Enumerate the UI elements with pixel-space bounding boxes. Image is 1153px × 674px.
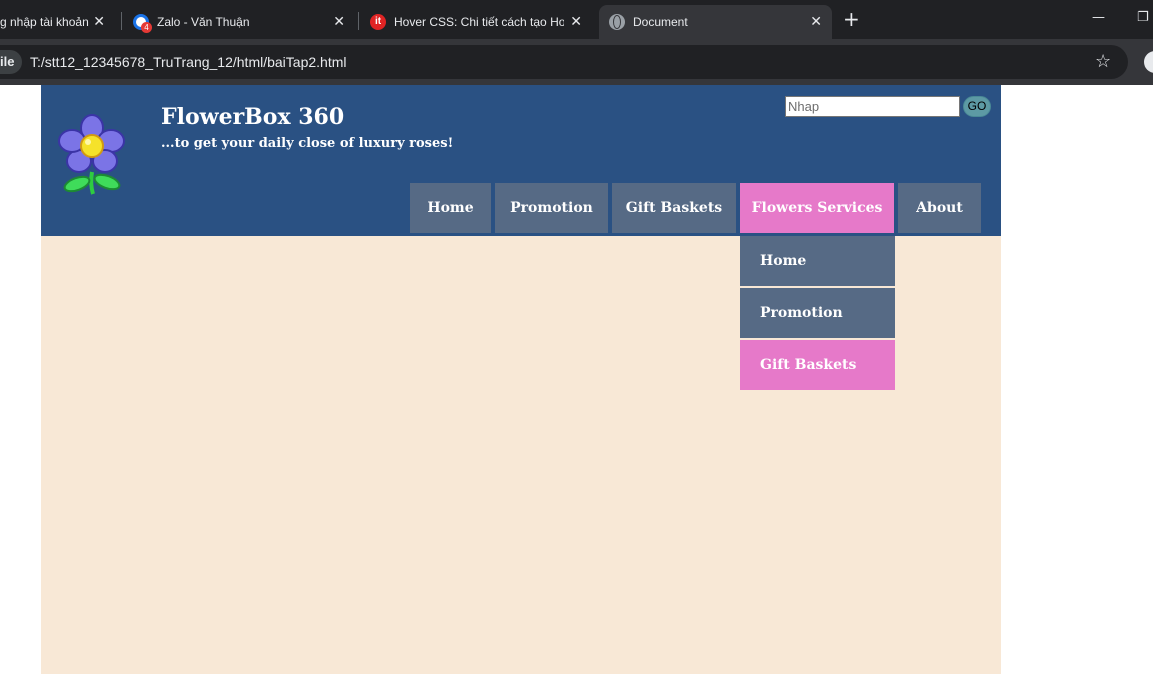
- new-tab-icon[interactable]: +: [843, 8, 860, 30]
- go-button[interactable]: GO: [963, 96, 991, 117]
- tab-zalo[interactable]: 4 Zalo - Văn Thuận ✕: [125, 5, 355, 39]
- dropdown-item-home[interactable]: Home: [740, 236, 895, 286]
- bookmark-star-icon[interactable]: ☆: [1095, 51, 1111, 72]
- notification-badge: 4: [141, 22, 152, 33]
- dropdown-item-promotion[interactable]: Promotion: [740, 288, 895, 338]
- tab-title: g nhập tài khoản: [0, 15, 89, 29]
- close-tab-icon[interactable]: ✕: [93, 13, 105, 30]
- nav-about[interactable]: About: [898, 183, 981, 233]
- close-tab-icon[interactable]: ✕: [570, 13, 582, 30]
- dropdown-item-gift-baskets[interactable]: Gift Baskets: [740, 340, 895, 390]
- zalo-icon: 4: [133, 14, 152, 33]
- nav-promotion[interactable]: Promotion: [495, 183, 608, 233]
- tab-divider: [121, 12, 122, 30]
- nav-gift-baskets[interactable]: Gift Baskets: [612, 183, 736, 233]
- tab-login[interactable]: g nhập tài khoản ✕: [0, 5, 115, 39]
- site-title: FlowerBox 360: [161, 104, 345, 130]
- restore-icon[interactable]: ❐: [1137, 10, 1149, 25]
- search-input[interactable]: [785, 96, 960, 117]
- profile-avatar-icon[interactable]: [1144, 51, 1153, 73]
- it-icon: it: [370, 14, 386, 30]
- url-text[interactable]: T:/stt12_12345678_TruTrang_12/html/baiTa…: [30, 54, 347, 70]
- tab-divider: [358, 12, 359, 30]
- browser-tab-strip: g nhập tài khoản ✕ 4 Zalo - Văn Thuận ✕ …: [0, 0, 1153, 39]
- globe-icon: [609, 14, 625, 30]
- toolbar: ile T:/stt12_12345678_TruTrang_12/html/b…: [0, 39, 1153, 85]
- flower-logo-icon: [58, 114, 125, 195]
- page-container: FlowerBox 360 ...to get your daily close…: [41, 85, 1001, 674]
- close-tab-icon[interactable]: ✕: [810, 13, 822, 30]
- close-tab-icon[interactable]: ✕: [333, 13, 345, 30]
- site-tagline: ...to get your daily close of luxury ros…: [161, 136, 454, 151]
- nav-flowers-services[interactable]: Flowers Services: [740, 183, 894, 233]
- tab-title: Zalo - Văn Thuận: [157, 15, 250, 29]
- nav-home[interactable]: Home: [410, 183, 491, 233]
- tab-title: Hover CSS: Chi tiết cách tạo Ho: [394, 15, 564, 29]
- tab-title: Document: [633, 15, 688, 29]
- tab-document[interactable]: Document ✕: [599, 5, 832, 39]
- site-header: FlowerBox 360 ...to get your daily close…: [41, 85, 1001, 236]
- minimize-icon[interactable]: —: [1092, 10, 1105, 25]
- tab-hover-css[interactable]: it Hover CSS: Chi tiết cách tạo Ho ✕: [362, 5, 592, 39]
